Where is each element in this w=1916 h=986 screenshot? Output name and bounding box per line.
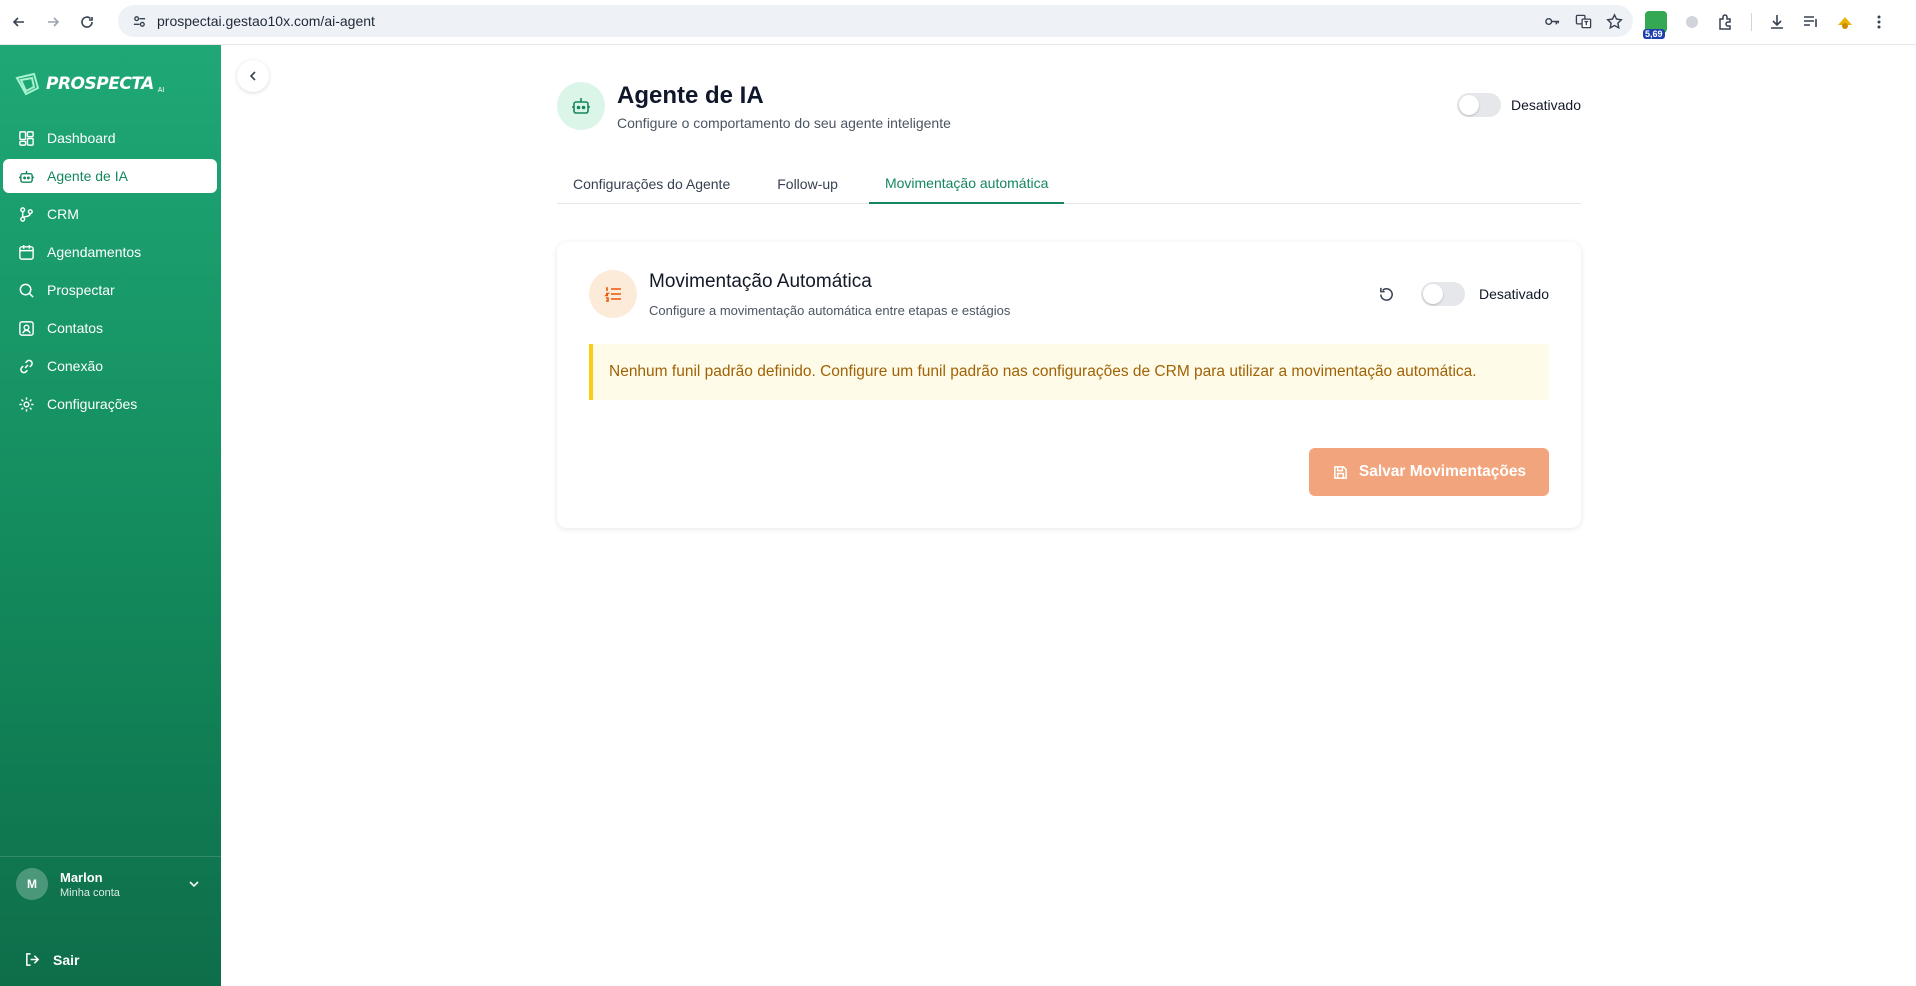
bookmark-star-icon[interactable] <box>1606 12 1623 30</box>
translate-icon[interactable] <box>1575 13 1592 30</box>
logout-label: Sair <box>53 951 80 968</box>
logo-text: PROSPECTA <box>46 74 154 94</box>
extensions-icon[interactable] <box>1717 13 1735 31</box>
address-bar[interactable]: prospectai.gestao10x.com/ai-agent <box>118 5 1633 37</box>
reload-icon[interactable] <box>72 7 102 37</box>
git-branch-icon <box>20 206 33 222</box>
contact-icon <box>19 320 34 336</box>
movement-toggle-switch[interactable] <box>1420 282 1465 306</box>
tab-movimentacao-automatica[interactable]: Movimentação automática <box>868 164 1065 204</box>
media-queue-icon[interactable] <box>1802 13 1820 31</box>
sidebar-item-label: Configurações <box>47 396 138 412</box>
agent-bot-icon <box>557 82 605 130</box>
chevron-left-icon <box>249 71 256 81</box>
sidebar-item-dashboard[interactable]: Dashboard <box>3 121 217 155</box>
sidebar: PROSPECTA AI Dashboard Agente de IA CRM … <box>0 45 221 986</box>
card-title: Movimentação Automática <box>649 271 872 292</box>
extension-puzzle-gray-icon[interactable] <box>1683 13 1701 31</box>
page-subtitle: Configure o comportamento do seu agente … <box>617 115 951 131</box>
tab-configuracoes-agente[interactable]: Configurações do Agente <box>557 164 746 204</box>
agent-toggle-label: Desativado <box>1510 97 1581 113</box>
forward-icon[interactable] <box>38 7 68 37</box>
password-key-icon[interactable] <box>1544 13 1561 30</box>
sidebar-item-prospectar[interactable]: Prospectar <box>3 273 217 307</box>
user-subtitle: Minha conta <box>60 886 120 899</box>
sidebar-item-label: Dashboard <box>47 130 116 146</box>
movement-toggle-label: Desativado <box>1478 286 1549 302</box>
save-movements-button[interactable]: Salvar Movimentações <box>1309 448 1549 496</box>
sidebar-item-configuracoes[interactable]: Configurações <box>3 387 217 421</box>
profile-avatar-icon[interactable] <box>1836 13 1854 31</box>
tab-follow-up[interactable]: Follow-up <box>761 164 854 204</box>
site-settings-icon[interactable] <box>132 14 147 29</box>
logout-icon <box>26 953 40 966</box>
user-name: Marlon <box>60 869 103 885</box>
sidebar-item-label: Agendamentos <box>47 244 142 260</box>
download-icon[interactable] <box>1768 13 1786 31</box>
sidebar-menu: Dashboard Agente de IA CRM Agendamentos … <box>0 121 221 425</box>
extension-badge-count: 5,69 <box>1643 29 1665 39</box>
rotate-ccw-icon <box>1380 287 1394 301</box>
calendar-icon <box>19 244 34 260</box>
prospecta-logo-icon <box>15 72 40 96</box>
reset-button[interactable] <box>1371 282 1403 306</box>
sidebar-item-contatos[interactable]: Contatos <box>3 311 217 345</box>
list-ordered-icon <box>589 270 637 318</box>
logo[interactable]: PROSPECTA AI <box>14 70 164 98</box>
chevron-down-icon[interactable] <box>187 877 201 891</box>
page-header: Agente de IA Configure o comportamento d… <box>557 80 1581 140</box>
back-icon[interactable] <box>4 7 34 37</box>
logout-button[interactable]: Sair <box>24 951 79 968</box>
bot-icon <box>18 170 35 183</box>
sidebar-item-label: Contatos <box>47 320 104 336</box>
sidebar-item-label: Agente de IA <box>47 168 128 184</box>
search-icon <box>19 283 34 298</box>
tabs: Configurações do Agente Follow-up Movime… <box>557 164 1581 204</box>
browser-toolbar: prospectai.gestao10x.com/ai-agent 5,69 <box>0 0 1916 45</box>
avatar: M <box>16 868 48 900</box>
save-icon <box>1333 465 1347 479</box>
sidebar-item-agendamentos[interactable]: Agendamentos <box>3 235 217 269</box>
sidebar-item-agente-ia[interactable]: Agente de IA <box>3 159 217 193</box>
logo-sub: AI <box>157 87 165 94</box>
link-icon <box>20 359 33 373</box>
card-subtitle: Configure a movimentação automática entr… <box>649 303 1011 318</box>
extension-badge-icon[interactable]: 5,69 <box>1643 11 1667 39</box>
dashboard-icon <box>19 130 34 146</box>
browser-menu-icon[interactable] <box>1870 13 1888 31</box>
sidebar-item-label: CRM <box>47 206 79 222</box>
gear-icon <box>19 396 34 412</box>
url-text[interactable]: prospectai.gestao10x.com/ai-agent <box>157 13 375 29</box>
sidebar-item-conexao[interactable]: Conexão <box>3 349 217 383</box>
save-movements-label: Salvar Movimentações <box>1358 463 1527 480</box>
warning-alert: Nenhum funil padrão definido. Configure … <box>589 344 1549 400</box>
sidebar-item-label: Conexão <box>47 358 104 374</box>
user-menu[interactable]: M Marlon Minha conta <box>0 856 221 911</box>
sidebar-item-crm[interactable]: CRM <box>3 197 217 231</box>
movement-card: Movimentação Automática Configure a movi… <box>557 242 1581 528</box>
collapse-sidebar-button[interactable] <box>237 60 269 92</box>
agent-toggle-switch[interactable] <box>1456 93 1501 117</box>
page-title: Agente de IA <box>617 82 764 109</box>
sidebar-item-label: Prospectar <box>47 282 115 298</box>
